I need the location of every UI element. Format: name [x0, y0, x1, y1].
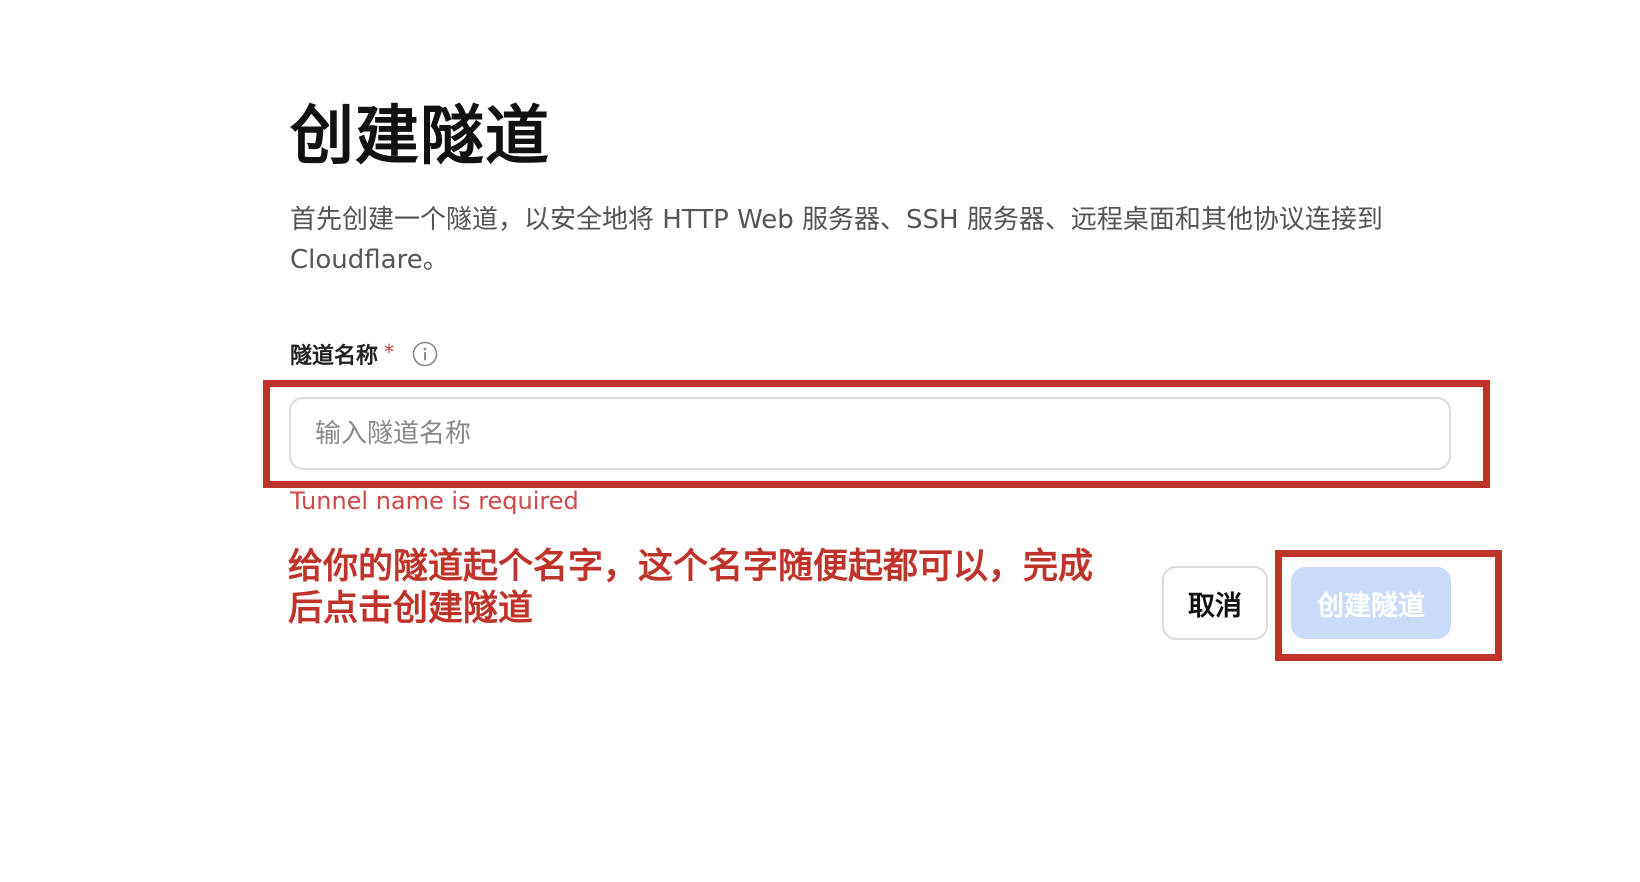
annotation-instruction: 给你的隧道起个名字，这个名字随便起都可以，完成后点击创建隧道: [288, 547, 1094, 629]
tunnel-name-error: Tunnel name is required: [290, 487, 579, 515]
cancel-button[interactable]: 取消: [1162, 566, 1268, 640]
annotation-highlight-create-button: [1275, 550, 1502, 661]
annotation-highlight-input: [263, 380, 1490, 488]
page-title: 创建隧道: [290, 100, 550, 174]
required-marker: *: [384, 340, 395, 364]
page-description: 首先创建一个隧道，以安全地将 HTTP Web 服务器、SSH 服务器、远程桌面…: [290, 205, 1383, 275]
info-circle-icon[interactable]: [412, 341, 438, 367]
tunnel-name-label-row: 隧道名称 *: [290, 336, 438, 372]
tunnel-name-label: 隧道名称: [290, 344, 379, 369]
